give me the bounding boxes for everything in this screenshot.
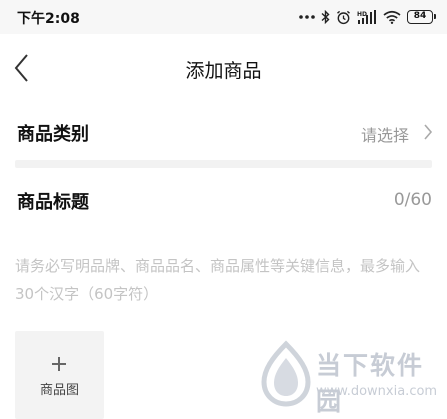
add-product-page: 下午2:08 HD 84 添加商品 商品类别 请选择 商品标题 0/60 请务必… <box>0 0 447 419</box>
page-title: 添加商品 <box>185 60 262 82</box>
watermark-logo: 当下软件园 www.downxia.com <box>258 336 443 416</box>
status-icons: HD 84 <box>299 7 436 27</box>
wifi-icon <box>383 10 401 24</box>
title-input[interactable] <box>15 252 425 312</box>
category-row[interactable]: 商品类别 请选择 <box>0 104 447 160</box>
category-select[interactable]: 请选择 <box>361 122 409 146</box>
svg-text:HD: HD <box>357 11 367 18</box>
more-dots-icon <box>299 14 315 20</box>
bluetooth-icon <box>321 10 330 24</box>
chevron-right-icon <box>424 124 433 140</box>
nav-bar: 添加商品 <box>0 34 447 104</box>
plus-icon <box>52 357 66 371</box>
category-label: 商品类别 <box>17 124 89 145</box>
add-image-button[interactable]: 商品图 <box>15 331 104 419</box>
alarm-icon <box>336 10 351 25</box>
watermark-url: www.downxia.com <box>316 384 438 399</box>
section-divider <box>15 160 432 168</box>
battery-icon: 84 <box>407 10 436 24</box>
watermark-name: 当下软件园 <box>316 351 425 416</box>
title-label: 商品标题 <box>17 192 89 213</box>
watermark-emblem-icon <box>261 340 311 407</box>
title-char-count: 0/60 <box>393 190 432 210</box>
hd-signal-icon: HD <box>357 9 377 25</box>
status-time: 下午2:08 <box>17 11 80 27</box>
status-bar: 下午2:08 HD 84 <box>0 0 447 34</box>
add-image-label: 商品图 <box>39 383 79 398</box>
